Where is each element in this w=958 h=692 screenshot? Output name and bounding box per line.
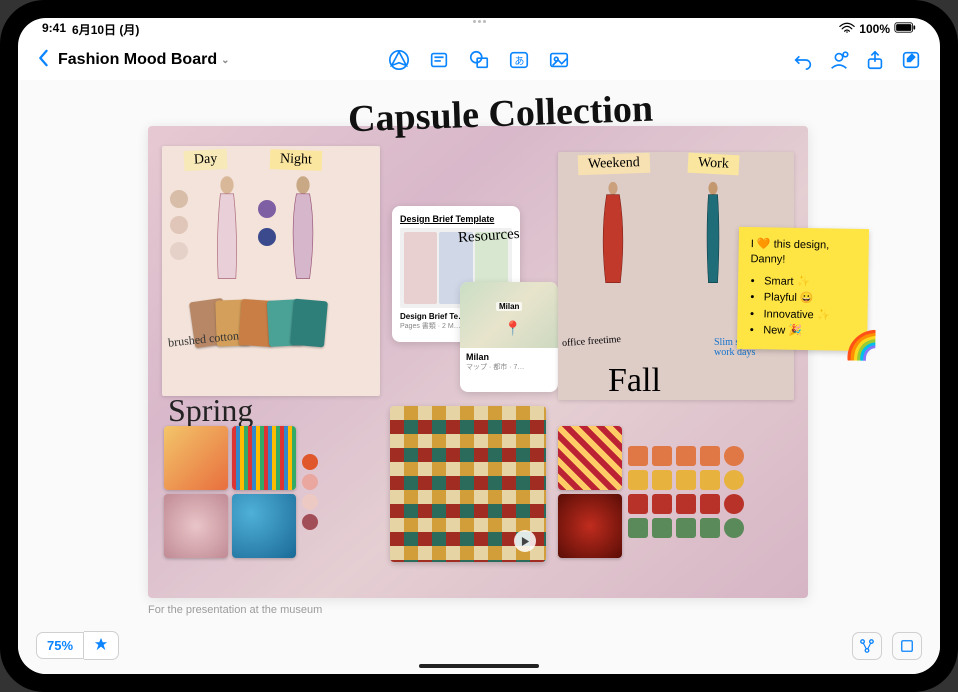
sticky-item: Innovative ✨ — [763, 307, 855, 324]
palette-column — [302, 454, 318, 530]
minimap-button[interactable] — [892, 632, 922, 660]
share-button[interactable] — [864, 49, 886, 71]
swatch-group-fall[interactable] — [558, 426, 744, 558]
spring-section-card[interactable]: Day Night — [162, 146, 380, 396]
sticky-item: Playful 😀 — [764, 290, 856, 307]
shapes-tool-icon[interactable] — [468, 49, 490, 71]
palette-dot — [258, 228, 276, 246]
pages-doc-title: Design Brief Template — [400, 214, 512, 224]
mosaic-video-thumbnail — [390, 406, 546, 562]
board-caption[interactable]: For the presentation at the museum — [148, 604, 322, 616]
maps-title: Milan — [460, 348, 558, 362]
rainbow-sticker-icon: 🌈 — [844, 326, 880, 366]
map-city-label: Milan — [496, 302, 522, 311]
multitask-grabber[interactable] — [461, 20, 497, 24]
freeform-canvas[interactable]: Capsule Collection Day Night — [18, 80, 940, 674]
wifi-icon — [839, 22, 855, 37]
document-title[interactable]: Fashion Mood Board ⌄ — [58, 51, 230, 69]
spring-label-handwritten: Spring — [168, 392, 253, 429]
battery-percent: 100% — [859, 22, 890, 36]
play-icon[interactable] — [514, 530, 536, 552]
chevron-down-icon: ⌄ — [221, 55, 229, 66]
image-yarn — [232, 426, 296, 490]
swatch-group-spring[interactable] — [164, 426, 318, 558]
map-pin-icon: 📍 — [504, 320, 521, 337]
fashion-figure-night — [278, 174, 328, 284]
back-button[interactable] — [36, 49, 50, 72]
ipad-frame: 9:41 6月10日 (月) 100% Fashion Mood B — [0, 0, 958, 692]
document-title-text: Fashion Mood Board — [58, 51, 217, 69]
fashion-figure-work — [688, 180, 738, 290]
annotation-brushed-cotton: brushed cotton — [167, 328, 239, 350]
navigator-button[interactable] — [852, 632, 882, 660]
zoom-control: 75% — [36, 631, 119, 660]
fall-label-handwritten: Fall — [608, 362, 661, 400]
status-date: 6月10日 (月) — [72, 21, 139, 38]
image-petals — [164, 494, 228, 558]
image-chili — [558, 494, 622, 558]
markup-tool-icon[interactable] — [388, 49, 410, 71]
sticky-item: Smart ✨ — [764, 274, 856, 291]
app-toolbar: Fashion Mood Board ⌄ あ — [18, 40, 940, 80]
sticky-item: New 🎉 — [763, 323, 855, 340]
text-tool-icon[interactable]: あ — [508, 49, 530, 71]
battery-icon — [894, 22, 916, 36]
maps-meta: マップ · 都市 · 7… — [460, 362, 558, 372]
pattern-grid — [628, 446, 744, 538]
svg-text:あ: あ — [514, 56, 524, 68]
palette-dot — [170, 190, 188, 208]
home-indicator[interactable] — [419, 664, 539, 668]
sticky-heading: I 🧡 this design, Danny! — [750, 237, 857, 270]
tape-label-work: Work — [688, 153, 740, 176]
fashion-figure-weekend — [588, 180, 638, 290]
image-zigzag — [558, 426, 622, 490]
status-time: 9:41 — [42, 21, 66, 38]
sticky-list: Smart ✨ Playful 😀 Innovative ✨ New 🎉 — [749, 274, 856, 340]
fashion-figure-day — [202, 174, 252, 284]
image-macaron — [164, 426, 228, 490]
undo-button[interactable] — [792, 49, 814, 71]
image-candy — [232, 494, 296, 558]
zoom-level-button[interactable]: 75% — [36, 632, 84, 659]
compose-button[interactable] — [900, 49, 922, 71]
media-tool-icon[interactable] — [548, 49, 570, 71]
video-tile[interactable] — [390, 406, 546, 562]
collaborate-button[interactable] — [828, 49, 850, 71]
sticky-note-tool-icon[interactable] — [428, 49, 450, 71]
map-preview: 📍 Milan — [460, 282, 558, 348]
bottom-right-controls — [852, 632, 922, 660]
annotation-office-freetime: office freetime — [562, 334, 622, 349]
maps-location-card[interactable]: 📍 Milan Milan マップ · 都市 · 7… — [460, 282, 558, 392]
palette-dot — [170, 242, 188, 260]
favorites-button[interactable] — [84, 631, 119, 660]
palette-dot — [258, 200, 276, 218]
palette-dot — [170, 216, 188, 234]
mood-board[interactable]: Capsule Collection Day Night — [148, 126, 808, 598]
tape-label-day: Day — [184, 149, 228, 171]
tape-label-night: Night — [270, 149, 323, 171]
sticky-note[interactable]: I 🧡 this design, Danny! Smart ✨ Playful … — [737, 227, 869, 351]
board-title-handwritten: Capsule Collection — [348, 93, 654, 136]
tape-label-weekend: Weekend — [578, 153, 650, 175]
screen: 9:41 6月10日 (月) 100% Fashion Mood B — [18, 18, 940, 674]
